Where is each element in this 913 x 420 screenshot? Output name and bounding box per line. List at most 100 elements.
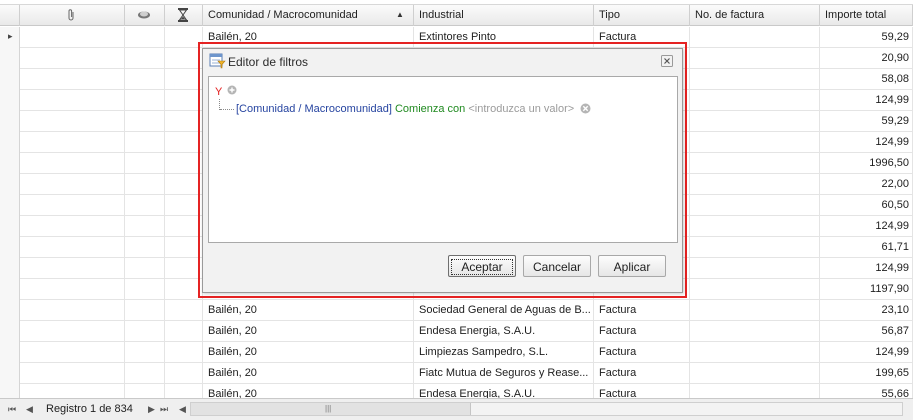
cell-attachment[interactable] bbox=[20, 132, 125, 153]
cell-attachment[interactable] bbox=[20, 258, 125, 279]
cell-attachment[interactable] bbox=[20, 237, 125, 258]
header-hourglass[interactable] bbox=[165, 5, 203, 26]
cell-factura[interactable] bbox=[690, 258, 820, 279]
cell-icon[interactable] bbox=[125, 48, 165, 69]
cell-hourglass[interactable] bbox=[165, 321, 203, 342]
table-row[interactable]: Bailén, 20 Sociedad General de Aguas de B… bbox=[0, 300, 913, 321]
cell-attachment[interactable] bbox=[20, 216, 125, 237]
row-indicator[interactable] bbox=[0, 258, 20, 279]
row-indicator[interactable] bbox=[0, 300, 20, 321]
cell-importe[interactable]: 23,10 bbox=[820, 300, 913, 321]
cell-importe[interactable]: 20,90 bbox=[820, 48, 913, 69]
cell-factura[interactable] bbox=[690, 132, 820, 153]
cell-icon[interactable] bbox=[125, 132, 165, 153]
cell-factura[interactable] bbox=[690, 111, 820, 132]
table-row[interactable]: Bailén, 20 Limpiezas Sampedro, S.L. Factur… bbox=[0, 342, 913, 363]
cancel-button[interactable]: Cancelar bbox=[523, 255, 591, 277]
row-indicator[interactable] bbox=[0, 342, 20, 363]
cell-attachment[interactable] bbox=[20, 300, 125, 321]
cell-factura[interactable] bbox=[690, 279, 820, 300]
header-importe[interactable]: Importe total bbox=[820, 5, 913, 26]
cell-industrial[interactable]: Fiatc Mutua de Seguros y Rease... bbox=[414, 363, 594, 384]
cell-icon[interactable] bbox=[125, 174, 165, 195]
add-condition-icon[interactable] bbox=[227, 85, 237, 95]
cell-icon[interactable] bbox=[125, 27, 165, 48]
row-indicator[interactable] bbox=[0, 384, 20, 398]
cell-factura[interactable] bbox=[690, 27, 820, 48]
row-indicator[interactable] bbox=[0, 216, 20, 237]
condition-operator[interactable]: Comienza con bbox=[395, 103, 465, 115]
cell-importe[interactable]: 124,99 bbox=[820, 90, 913, 111]
row-indicator[interactable] bbox=[0, 132, 20, 153]
cell-importe[interactable]: 59,29 bbox=[820, 111, 913, 132]
cell-icon[interactable] bbox=[125, 342, 165, 363]
cell-icon[interactable] bbox=[125, 111, 165, 132]
cell-icon[interactable] bbox=[125, 90, 165, 111]
cell-factura[interactable] bbox=[690, 384, 820, 398]
cell-icon[interactable] bbox=[125, 384, 165, 398]
cell-importe[interactable]: 124,99 bbox=[820, 258, 913, 279]
cell-importe[interactable]: 61,71 bbox=[820, 237, 913, 258]
cell-icon[interactable] bbox=[125, 258, 165, 279]
cell-factura[interactable] bbox=[690, 321, 820, 342]
next-record-button[interactable]: ▶ bbox=[148, 404, 155, 415]
cell-comunidad[interactable]: Bailén, 20 bbox=[203, 342, 414, 363]
cell-importe[interactable]: 124,99 bbox=[820, 216, 913, 237]
cell-attachment[interactable] bbox=[20, 27, 125, 48]
condition-value[interactable]: <introduzca un valor> bbox=[468, 103, 574, 115]
cell-hourglass[interactable] bbox=[165, 342, 203, 363]
row-indicator[interactable] bbox=[0, 321, 20, 342]
row-indicator[interactable] bbox=[0, 111, 20, 132]
horizontal-scrollbar[interactable]: ||| bbox=[190, 402, 903, 416]
cell-comunidad[interactable]: Bailén, 20 bbox=[203, 321, 414, 342]
row-indicator[interactable] bbox=[0, 69, 20, 90]
first-record-button[interactable]: ⏮ bbox=[8, 404, 16, 415]
header-comunidad[interactable]: Comunidad / Macrocomunidad ▲ bbox=[203, 5, 414, 26]
cell-attachment[interactable] bbox=[20, 48, 125, 69]
apply-button[interactable]: Aplicar bbox=[598, 255, 666, 277]
cell-hourglass[interactable] bbox=[165, 300, 203, 321]
cell-importe[interactable]: 124,99 bbox=[820, 342, 913, 363]
cell-factura[interactable] bbox=[690, 153, 820, 174]
row-indicator[interactable] bbox=[0, 174, 20, 195]
table-row[interactable]: Bailén, 20 Fiatc Mutua de Seguros y Rease… bbox=[0, 363, 913, 384]
accept-button[interactable]: Aceptar bbox=[448, 255, 516, 277]
cell-tipo[interactable]: Factura bbox=[594, 300, 690, 321]
cell-comunidad[interactable]: Bailén, 20 bbox=[203, 300, 414, 321]
cell-icon[interactable] bbox=[125, 321, 165, 342]
row-indicator[interactable] bbox=[0, 279, 20, 300]
cell-hourglass[interactable] bbox=[165, 384, 203, 398]
cell-icon[interactable] bbox=[125, 279, 165, 300]
cell-attachment[interactable] bbox=[20, 342, 125, 363]
cell-factura[interactable] bbox=[690, 69, 820, 90]
scrollbar-thumb[interactable]: ||| bbox=[191, 403, 471, 415]
group-operator[interactable]: Y bbox=[215, 86, 222, 98]
cell-factura[interactable] bbox=[690, 237, 820, 258]
cell-attachment[interactable] bbox=[20, 321, 125, 342]
cell-attachment[interactable] bbox=[20, 69, 125, 90]
cell-industrial[interactable]: Endesa Energia, S.A.U. bbox=[414, 384, 594, 398]
row-indicator[interactable]: ▸ bbox=[0, 27, 20, 48]
cell-attachment[interactable] bbox=[20, 279, 125, 300]
cell-factura[interactable] bbox=[690, 174, 820, 195]
header-industrial[interactable]: Industrial bbox=[414, 5, 594, 26]
cell-importe[interactable]: 124,99 bbox=[820, 132, 913, 153]
cell-attachment[interactable] bbox=[20, 153, 125, 174]
table-row[interactable]: Bailén, 20 Endesa Energia, S.A.U. Factura 5… bbox=[0, 321, 913, 342]
cell-icon[interactable] bbox=[125, 216, 165, 237]
cell-factura[interactable] bbox=[690, 300, 820, 321]
header-icon-column[interactable] bbox=[125, 5, 165, 26]
last-record-button[interactable]: ⏭ bbox=[160, 404, 168, 415]
cell-attachment[interactable] bbox=[20, 174, 125, 195]
cell-icon[interactable] bbox=[125, 363, 165, 384]
header-factura[interactable]: No. de factura bbox=[690, 5, 820, 26]
cell-factura[interactable] bbox=[690, 363, 820, 384]
cell-attachment[interactable] bbox=[20, 90, 125, 111]
cell-factura[interactable] bbox=[690, 48, 820, 69]
cell-importe[interactable]: 59,29 bbox=[820, 27, 913, 48]
cell-tipo[interactable]: Factura bbox=[594, 384, 690, 398]
cell-importe[interactable]: 55,66 bbox=[820, 384, 913, 398]
table-row[interactable]: Bailén, 20 Endesa Energia, S.A.U. Factura 5… bbox=[0, 384, 913, 398]
scroll-left-button[interactable]: ◀ bbox=[179, 404, 186, 415]
cell-importe[interactable]: 22,00 bbox=[820, 174, 913, 195]
